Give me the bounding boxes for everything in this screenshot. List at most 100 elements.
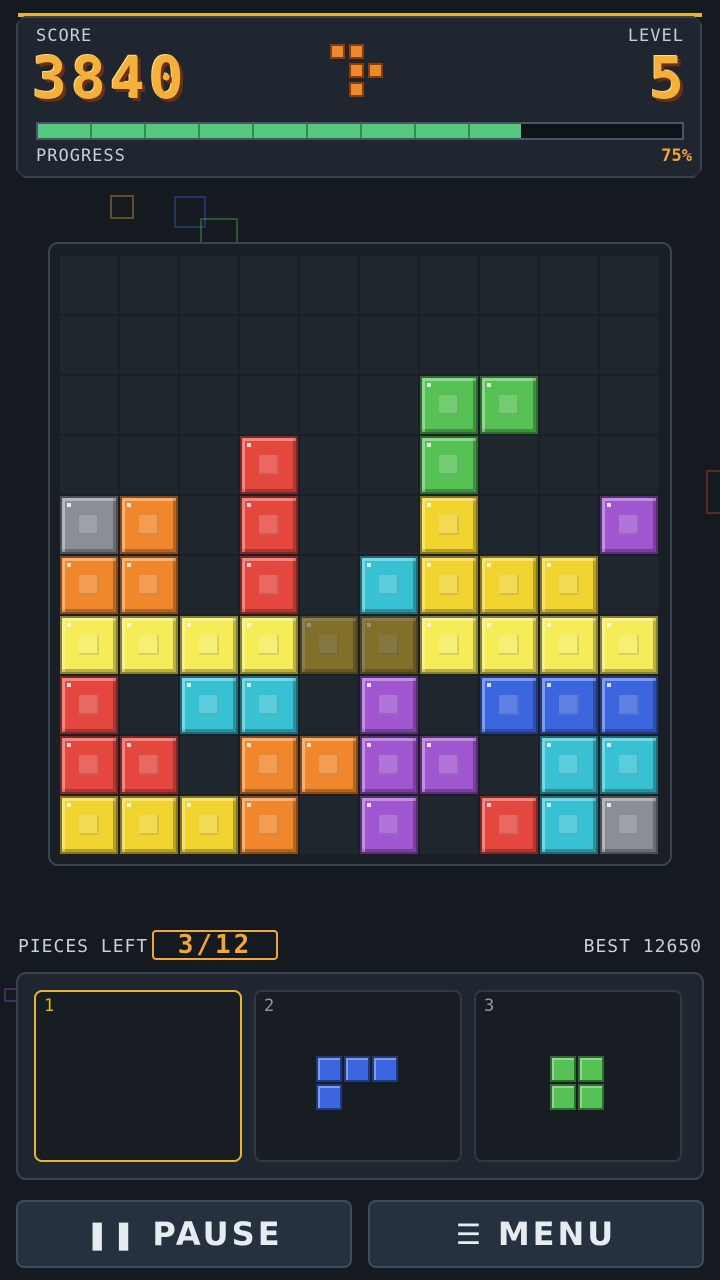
empty-cell xyxy=(360,256,418,314)
yellow-bright-block xyxy=(180,616,238,674)
empty-cell xyxy=(300,316,358,374)
orange-block xyxy=(120,556,178,614)
level-label: LEVEL xyxy=(627,26,684,46)
blue-block xyxy=(480,676,538,734)
empty-cell xyxy=(300,496,358,554)
background-particle xyxy=(110,195,134,219)
empty-cell xyxy=(480,436,538,494)
best-score: BEST 12650 xyxy=(583,936,702,957)
empty-cell xyxy=(540,376,598,434)
green-block xyxy=(420,436,478,494)
piece-preview-block xyxy=(578,1084,604,1110)
empty-cell xyxy=(540,496,598,554)
cyan-block xyxy=(240,676,298,734)
empty-cell xyxy=(120,256,178,314)
empty-cell xyxy=(420,676,478,734)
empty-cell xyxy=(420,256,478,314)
empty-cell xyxy=(120,316,178,374)
empty-cell xyxy=(360,496,418,554)
empty-cell xyxy=(600,316,658,374)
empty-cell xyxy=(60,256,118,314)
purple-block xyxy=(360,796,418,854)
empty-cell xyxy=(60,316,118,374)
menu-label: MENU xyxy=(497,1215,617,1253)
purple-block xyxy=(600,496,658,554)
yellow-block xyxy=(120,796,178,854)
empty-cell xyxy=(120,436,178,494)
yellow-block xyxy=(540,556,598,614)
orange-block xyxy=(240,796,298,854)
score-label: SCORE xyxy=(36,26,93,46)
yellow-block xyxy=(180,796,238,854)
empty-cell xyxy=(300,376,358,434)
piece-preview-block xyxy=(578,1056,604,1082)
slot-number: 1 xyxy=(44,996,55,1016)
yellow-bright-block xyxy=(600,616,658,674)
progress-bar xyxy=(36,122,684,140)
empty-cell xyxy=(180,556,238,614)
ghost-block xyxy=(300,616,358,674)
slot-number: 2 xyxy=(264,996,275,1016)
empty-cell xyxy=(360,316,418,374)
piece-preview-block xyxy=(316,1056,342,1082)
empty-cell xyxy=(600,376,658,434)
empty-cell xyxy=(300,796,358,854)
empty-cell xyxy=(240,316,298,374)
piece-preview-block xyxy=(316,1084,342,1110)
empty-cell xyxy=(180,496,238,554)
cyan-block xyxy=(540,796,598,854)
orange-block xyxy=(60,556,118,614)
game-board[interactable] xyxy=(48,242,672,866)
hamburger-menu-icon: ☰ xyxy=(455,1217,484,1251)
pieces-left-counter: 3/12 xyxy=(152,930,278,960)
gray-block xyxy=(60,496,118,554)
cyan-block xyxy=(180,676,238,734)
gray-block xyxy=(600,796,658,854)
empty-cell xyxy=(360,376,418,434)
background-particle xyxy=(706,470,720,514)
level-value: 5 xyxy=(649,44,688,112)
progress-label: PROGRESS xyxy=(36,146,126,166)
yellow-bright-block xyxy=(120,616,178,674)
yellow-bright-block xyxy=(480,616,538,674)
pause-icon: ❚❚ xyxy=(85,1217,139,1251)
piece-preview-block xyxy=(372,1056,398,1082)
ghost-block xyxy=(360,616,418,674)
cyan-block xyxy=(540,736,598,794)
empty-cell xyxy=(60,376,118,434)
green-block xyxy=(420,376,478,434)
empty-cell xyxy=(420,316,478,374)
red-block xyxy=(240,556,298,614)
empty-cell xyxy=(480,736,538,794)
yellow-bright-block xyxy=(420,616,478,674)
empty-cell xyxy=(60,436,118,494)
menu-button[interactable]: ☰ MENU xyxy=(368,1200,704,1268)
red-block xyxy=(60,676,118,734)
purple-block xyxy=(360,736,418,794)
empty-cell xyxy=(300,256,358,314)
yellow-block xyxy=(420,556,478,614)
yellow-block xyxy=(480,556,538,614)
red-block xyxy=(60,736,118,794)
red-block xyxy=(480,796,538,854)
empty-cell xyxy=(240,256,298,314)
yellow-block xyxy=(60,796,118,854)
empty-cell xyxy=(540,436,598,494)
empty-cell xyxy=(180,376,238,434)
empty-cell xyxy=(180,436,238,494)
empty-cell xyxy=(240,376,298,434)
piece-slot-2[interactable]: 2 xyxy=(254,990,462,1162)
pause-button[interactable]: ❚❚ PAUSE xyxy=(16,1200,352,1268)
red-block xyxy=(240,436,298,494)
empty-cell xyxy=(600,556,658,614)
green-block xyxy=(480,376,538,434)
progress-percent: 75% xyxy=(661,146,692,166)
red-block xyxy=(120,736,178,794)
piece-slot-3[interactable]: 3 xyxy=(474,990,682,1162)
piece-slot-1[interactable]: 1 xyxy=(34,990,242,1162)
progress-bar-fill xyxy=(38,124,521,138)
piece-preview-block xyxy=(344,1056,370,1082)
orange-block xyxy=(300,736,358,794)
empty-cell xyxy=(480,316,538,374)
empty-cell xyxy=(540,256,598,314)
